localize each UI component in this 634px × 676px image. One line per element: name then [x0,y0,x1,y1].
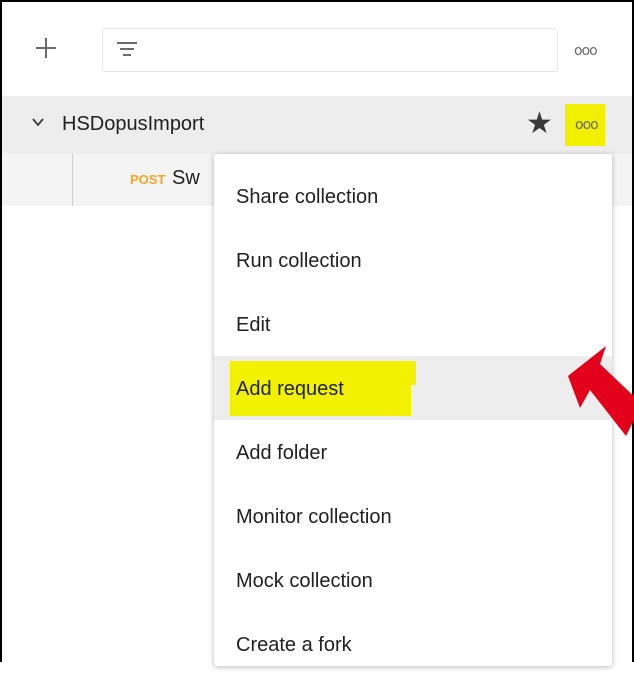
menu-item-label: Edit [236,314,271,336]
collection-row[interactable]: HSDopusImport ★ ooo [2,96,632,154]
menu-item-share-collection[interactable]: Share collection [214,164,612,228]
plus-icon[interactable] [32,34,60,62]
collections-toolbar: ooo [2,2,632,96]
menu-item-label: Monitor collection [236,506,392,528]
menu-item-label: Add request [236,378,344,400]
collection-more-button[interactable]: ooo [565,104,605,146]
collection-name: HSDopusImport [62,113,205,135]
menu-item-label: Add folder [236,442,328,464]
menu-item-add-folder[interactable]: Add folder [214,420,612,484]
menu-item-create-fork[interactable]: Create a fork [214,612,612,676]
app-frame: ooo HSDopusImport ★ ooo POST Sw Share co… [0,0,634,666]
collection-context-menu: Share collection Run collection Edit Add… [214,154,612,666]
request-method-badge: POST [130,172,166,187]
filter-icon [117,41,137,59]
menu-item-edit[interactable]: Edit [214,292,612,356]
star-icon[interactable]: ★ [526,106,553,141]
menu-item-add-request[interactable]: Add request [214,356,612,420]
menu-item-run-collection[interactable]: Run collection [214,228,612,292]
tree-guide-line [72,154,73,206]
menu-item-mock-collection[interactable]: Mock collection [214,548,612,612]
menu-item-monitor-collection[interactable]: Monitor collection [214,484,612,548]
more-dots-icon: ooo [575,117,599,133]
filter-input[interactable] [102,28,558,72]
menu-item-label: Mock collection [236,570,373,592]
chevron-down-icon[interactable] [32,116,44,128]
menu-item-label: Run collection [236,250,362,272]
more-dots-icon[interactable]: ooo [574,44,598,58]
menu-item-label: Create a fork [236,634,352,656]
red-arrow-annotation [568,346,634,436]
request-name: Sw [172,167,200,189]
menu-item-label: Share collection [236,186,379,208]
